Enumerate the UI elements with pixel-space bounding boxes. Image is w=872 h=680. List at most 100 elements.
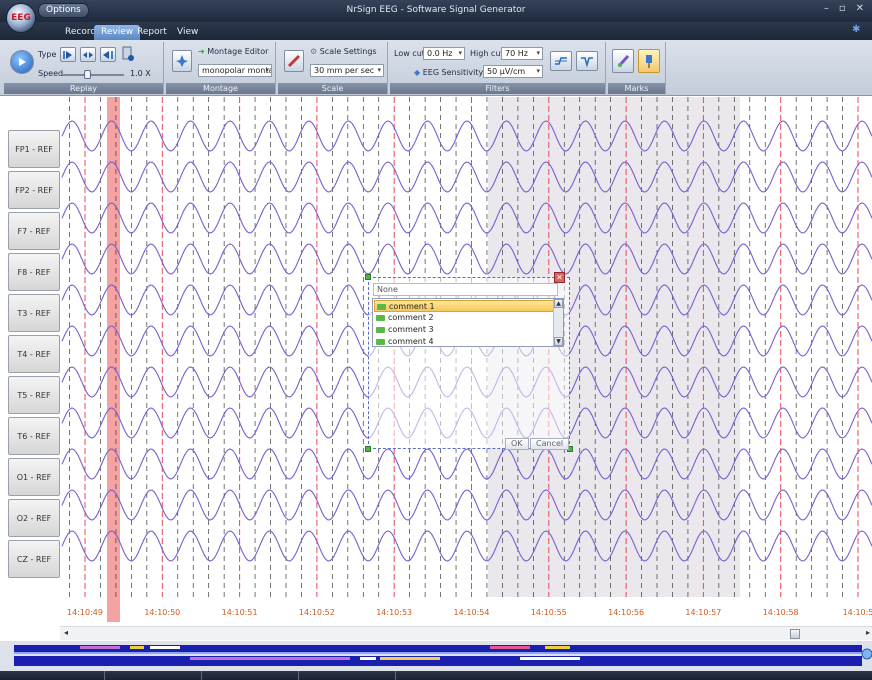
scale-group: ⚙ Scale Settings 30 mm per sec ▾ Scale (278, 42, 388, 94)
low-cut-select[interactable]: 0.0 Hz ▾ (423, 47, 465, 60)
eeg-trace-cz (61, 530, 872, 562)
scroll-left-icon[interactable]: ◂ (64, 628, 68, 637)
comment-type-select[interactable]: None (373, 283, 558, 296)
channel-label[interactable]: O1 - REF (8, 458, 60, 496)
montage-group: ➜ Montage Editor monopolar monta ▾ Monta… (166, 42, 276, 94)
comment-arrow-icon (376, 339, 385, 345)
montage-pin-button[interactable] (172, 50, 192, 72)
channel-label[interactable]: O2 - REF (8, 499, 60, 537)
channel-label[interactable]: FP1 - REF (8, 130, 60, 168)
montage-select[interactable]: monopolar monta ▾ (198, 64, 272, 77)
montage-editor-label: Montage Editor (207, 47, 269, 56)
sensitivity-icon: ◆ (414, 68, 421, 77)
time-tick-label: 14:10:49 (67, 608, 103, 617)
speed-label: Speed (38, 69, 64, 78)
cursor-tool-icon[interactable] (120, 45, 136, 63)
ribbon-tab-bar: Record Review Report View (0, 22, 872, 40)
scroll-right-icon[interactable]: ▸ (866, 628, 870, 637)
tab-report[interactable]: Report (130, 25, 174, 40)
channel-label[interactable]: CZ - REF (8, 540, 60, 578)
popup-close-icon[interactable]: ✕ (554, 272, 565, 283)
scale-group-label: Scale (278, 83, 387, 94)
channel-label[interactable]: T3 - REF (8, 294, 60, 332)
channel-label[interactable]: T4 - REF (8, 335, 60, 373)
notch-filter-button[interactable] (576, 51, 598, 71)
eeg-trace-f7 (61, 202, 872, 234)
scale-tool-button[interactable] (284, 50, 304, 72)
speed-slider-knob[interactable] (83, 70, 91, 79)
scale-settings-button[interactable]: ⚙ Scale Settings (310, 47, 377, 56)
comment-popup[interactable]: ✕ None comment 1 comment 2 comment 3 com… (365, 272, 573, 452)
comment-list-item[interactable]: comment 2 (374, 312, 554, 324)
play-button[interactable] (10, 50, 34, 74)
filters-group-label: Filters (390, 83, 605, 94)
scroll-down-icon[interactable]: ▼ (554, 337, 563, 346)
marks-group: Marks (608, 42, 666, 94)
resize-handle-bottom-left[interactable] (365, 446, 371, 452)
replay-type-both-button[interactable] (80, 47, 96, 62)
time-scrollbar[interactable]: ◂ ▸ (60, 626, 872, 640)
channel-label[interactable]: T5 - REF (8, 376, 60, 414)
comment-list[interactable]: comment 1 comment 2 comment 3 comment 4 … (372, 298, 564, 347)
status-segment (0, 671, 105, 680)
chevron-down-icon: ▾ (265, 66, 269, 74)
replay-type-back-button[interactable] (100, 47, 116, 62)
resize-handle-top-left[interactable] (365, 274, 371, 280)
eeg-sensitivity-value: 50 µV/cm (487, 67, 526, 76)
scroll-up-icon[interactable]: ▲ (554, 299, 563, 308)
speed-slider-track[interactable] (62, 74, 124, 76)
comment-item-label: comment 2 (388, 313, 434, 322)
comment-mark-button[interactable] (638, 49, 660, 73)
replay-type-forward-button[interactable] (60, 47, 76, 62)
montage-editor-button[interactable]: ➜ Montage Editor (198, 47, 268, 56)
comment-list-item[interactable]: comment 3 (374, 324, 554, 336)
comment-item-label: comment 1 (389, 302, 435, 311)
high-cut-label: High cut (470, 49, 504, 58)
play-icon (19, 58, 26, 66)
chevron-down-icon: ▾ (458, 49, 462, 57)
comment-arrow-icon (376, 315, 385, 321)
chevron-down-icon: ▾ (536, 49, 540, 57)
add-mark-button[interactable] (612, 49, 634, 73)
overview-timeline[interactable] (0, 641, 872, 671)
time-tick-label: 14:10:52 (298, 608, 335, 617)
scale-settings-label: Scale Settings (319, 47, 377, 56)
cancel-button[interactable]: Cancel (530, 438, 570, 450)
app-menu-orb[interactable]: EEG (6, 3, 36, 33)
comment-list-scrollbar[interactable]: ▲ ▼ (553, 299, 563, 346)
high-cut-value: 70 Hz (505, 49, 528, 58)
recording-overview[interactable] (0, 641, 872, 671)
close-icon[interactable]: ✕ (856, 3, 864, 14)
time-tick-label: 14:10:55 (530, 608, 567, 617)
comment-list-item[interactable]: comment 1 (374, 300, 554, 312)
comment-type-value: None (377, 285, 398, 294)
channel-label[interactable]: F8 - REF (8, 253, 60, 291)
eeg-trace-area[interactable]: FP1 - REF FP2 - REF F7 - REF F8 - REF T3 - R… (0, 97, 872, 632)
time-tick-label: 14:10:57 (685, 608, 722, 617)
channel-label[interactable]: T6 - REF (8, 417, 60, 455)
time-tick-label: 14:10:53 (376, 608, 413, 617)
scale-select[interactable]: 30 mm per sec ▾ (310, 64, 384, 77)
ribbon: Type Speed 1.0 X Replay ➜ Montage Editor… (0, 40, 872, 96)
help-icon[interactable]: ✱ (852, 24, 866, 36)
eeg-trace-o1 (61, 448, 872, 480)
minimize-icon[interactable]: – (824, 3, 829, 14)
filter-on-button[interactable] (550, 51, 572, 71)
title-bar: Options NrSign EEG - Software Signal Gen… (0, 0, 872, 22)
eeg-sensitivity-select[interactable]: 50 µV/cm ▾ (483, 65, 543, 78)
low-cut-label: Low cut (394, 49, 425, 58)
status-bar (0, 671, 872, 680)
maximize-icon[interactable]: ▫ (839, 3, 846, 14)
arrow-right-bar-icon (63, 50, 72, 59)
high-cut-select[interactable]: 70 Hz ▾ (501, 47, 543, 60)
tab-view[interactable]: View (170, 25, 205, 40)
ok-button[interactable]: OK (505, 438, 529, 450)
eeg-trace-fp2 (61, 161, 872, 193)
time-tick-label: 14:10:50 (144, 608, 181, 617)
scroll-thumb[interactable] (790, 629, 800, 639)
channel-label[interactable]: F7 - REF (8, 212, 60, 250)
channel-label[interactable]: FP2 - REF (8, 171, 60, 209)
comment-list-item[interactable]: comment 4 (374, 336, 554, 346)
type-label: Type (38, 50, 57, 59)
marks-group-label: Marks (608, 83, 665, 94)
